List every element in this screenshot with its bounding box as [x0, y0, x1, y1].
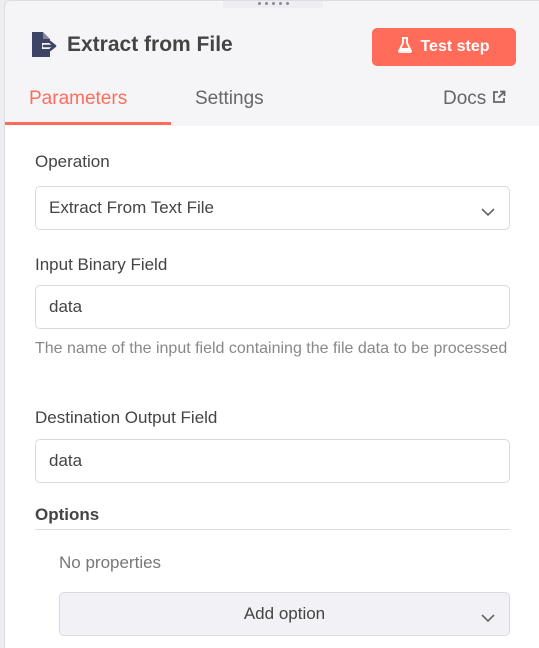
chevron-down-icon: [481, 202, 495, 217]
input-binary-field-input[interactable]: data: [35, 285, 510, 329]
external-link-icon: [492, 88, 506, 110]
docs-label: Docs: [443, 88, 487, 109]
no-properties-text: No properties: [59, 553, 162, 572]
input-binary-field-hint: The name of the input field containing t…: [35, 340, 508, 357]
file-export-icon: [29, 30, 59, 60]
tab-docs[interactable]: Docs: [443, 88, 506, 110]
add-option-label: Add option: [243, 604, 326, 623]
tab-bar: Parameters Settings Docs: [5, 79, 539, 126]
test-step-button[interactable]: Test step: [372, 28, 516, 66]
operation-label: Operation: [35, 152, 110, 171]
panel-header: Extract from File Test step: [5, 1, 539, 91]
options-divider: [35, 529, 510, 530]
operation-select[interactable]: Extract From Text File: [35, 186, 510, 230]
parameters-content: Operation Extract From Text File Input B…: [5, 126, 539, 648]
operation-value: Extract From Text File: [49, 198, 214, 217]
test-step-label: Test step: [420, 38, 490, 55]
node-details-panel: Extract from File Test step Parameters S…: [4, 0, 539, 648]
tab-parameters[interactable]: Parameters: [29, 88, 127, 110]
input-binary-field-label: Input Binary Field: [35, 255, 168, 274]
input-binary-field-value: data: [49, 297, 83, 316]
tab-settings[interactable]: Settings: [195, 88, 264, 110]
flask-icon: [398, 36, 413, 58]
add-option-button[interactable]: Add option: [59, 592, 510, 636]
destination-output-field-input[interactable]: data: [35, 439, 510, 483]
active-tab-indicator: [5, 122, 171, 125]
destination-output-field-label: Destination Output Field: [35, 408, 218, 427]
chevron-down-icon: [481, 608, 495, 623]
destination-output-field-value: data: [49, 451, 83, 470]
options-title: Options: [35, 505, 100, 524]
node-title: Extract from File: [67, 33, 233, 56]
